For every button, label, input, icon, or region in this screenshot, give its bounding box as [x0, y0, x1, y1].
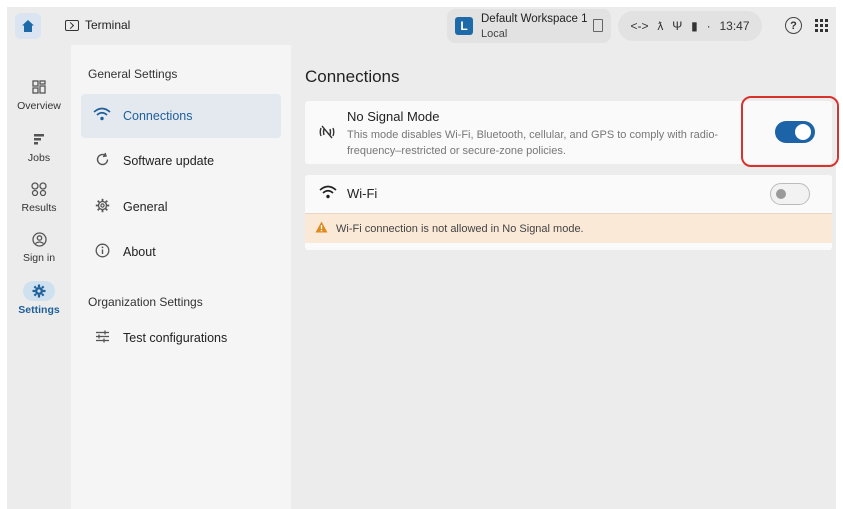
wifi-row: Wi-Fi [305, 175, 832, 213]
clipboard-icon [593, 19, 603, 32]
wifi-toggle[interactable] [770, 183, 810, 205]
refresh-icon [81, 152, 123, 171]
no-signal-icon: ƛ [657, 19, 664, 33]
status-separator: · [706, 19, 711, 33]
no-signal-mode-description: This mode disables Wi-Fi, Bluetooth, cel… [347, 129, 719, 157]
rail-label: Settings [18, 304, 60, 316]
workspace-name: Default Workspace 1 [481, 13, 588, 25]
rail-label: Results [21, 202, 57, 214]
wifi-label: Wi-Fi [347, 186, 378, 201]
jobs-icon [7, 129, 71, 149]
rail-item-results[interactable]: Results [7, 179, 71, 214]
nav-item-about[interactable]: About [81, 230, 281, 274]
settings-nav: General Settings Connections Software up… [71, 45, 291, 509]
home-icon [22, 20, 34, 32]
nav-item-connections[interactable]: Connections [81, 94, 281, 138]
terminal-icon [65, 19, 79, 31]
app-window: Terminal L Default Workspace 1 Local <->… [7, 7, 839, 509]
help-icon[interactable]: ? [785, 17, 802, 34]
results-icon [7, 179, 71, 199]
no-signal-icon [319, 125, 335, 142]
nav-item-software-update[interactable]: Software update [81, 139, 281, 183]
warning-icon [315, 221, 328, 236]
gear-icon [23, 281, 55, 301]
general-settings-heading: General Settings [88, 67, 178, 81]
dashboard-icon [7, 77, 71, 97]
nav-item-test-configurations[interactable]: Test configurations [81, 316, 281, 360]
clock-time: 13:47 [719, 19, 750, 33]
rail-item-sign-in[interactable]: Sign in [7, 229, 71, 264]
nav-item-label: General [123, 200, 168, 214]
no-signal-mode-title: No Signal Mode [347, 109, 440, 124]
info-icon [81, 243, 123, 262]
wifi-warning: Wi-Fi connection is not allowed in No Si… [305, 213, 832, 243]
nav-rail: Overview Jobs Results Sign in Settings [7, 45, 71, 509]
toggle-knob [776, 189, 786, 199]
rail-item-settings[interactable]: Settings [7, 281, 71, 316]
workspace-badge: L [455, 17, 473, 35]
sliders-icon [81, 330, 123, 347]
top-bar: Terminal L Default Workspace 1 Local <->… [7, 7, 836, 45]
page-title: Connections [305, 67, 400, 86]
account-icon [7, 229, 71, 249]
rail-label: Jobs [27, 152, 51, 164]
usb-icon: Ψ [672, 19, 683, 33]
nav-item-label: Software update [123, 154, 215, 168]
rail-item-jobs[interactable]: Jobs [7, 129, 71, 164]
nav-item-label: About [123, 245, 156, 259]
app-title: Terminal [65, 18, 130, 32]
home-button[interactable] [15, 13, 41, 39]
rail-item-overview[interactable]: Overview [7, 77, 71, 112]
workspace-location: Local [481, 28, 508, 40]
nav-item-label: Test configurations [123, 331, 228, 345]
link-icon: <-> [630, 19, 649, 33]
nav-item-general[interactable]: General [81, 185, 281, 229]
rail-label: Sign in [22, 252, 56, 264]
wifi-warning-text: Wi-Fi connection is not allowed in No Si… [336, 222, 584, 235]
nav-item-label: Connections [123, 109, 193, 123]
wifi-icon [319, 185, 337, 202]
status-indicators[interactable]: <-> ƛ Ψ ▮ · 13:47 [618, 11, 762, 41]
gear-icon [81, 198, 123, 217]
wifi-card: Wi-Fi Wi-Fi connection is not allowed in… [305, 175, 832, 250]
organization-settings-heading: Organization Settings [88, 295, 203, 309]
wifi-icon [81, 107, 123, 125]
workspace-selector[interactable]: L Default Workspace 1 Local [447, 9, 611, 43]
battery-icon: ▮ [691, 19, 698, 33]
highlight-box [741, 96, 839, 167]
apps-grid-icon[interactable] [815, 19, 828, 32]
main-content: Connections No Signal Mode This mode dis… [291, 45, 839, 509]
app-title-label: Terminal [85, 18, 131, 32]
rail-label: Overview [17, 100, 61, 112]
